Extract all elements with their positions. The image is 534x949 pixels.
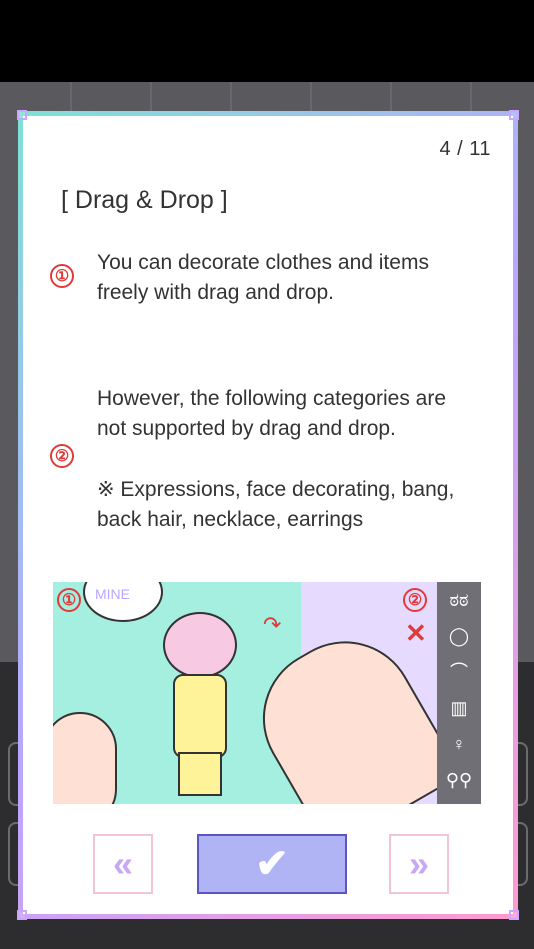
not-supported-x-icon: ✕ bbox=[405, 618, 427, 648]
expression-icon: ಠಠ bbox=[449, 590, 469, 610]
step-2-text: However, the following categories are no… bbox=[97, 387, 455, 531]
confirm-button[interactable]: ✔ bbox=[197, 834, 347, 894]
next-page-button[interactable]: » bbox=[389, 834, 449, 894]
mine-bubble: MINE bbox=[83, 582, 163, 622]
tutorial-dialog: 4 / 11 [ Drag & Drop ] ① You can decorat… bbox=[17, 110, 519, 920]
step-badge-2: ② bbox=[50, 444, 74, 468]
step-1-text: You can decorate clothes and items freel… bbox=[97, 251, 429, 304]
illustration-badge-1: ① bbox=[57, 588, 81, 612]
category-sidebar: ಠಠ ◯ ⌒ ▥ ♀ ⚲⚲ bbox=[437, 582, 481, 804]
page-counter: 4 / 11 bbox=[439, 138, 491, 160]
face-icon: ◯ bbox=[448, 626, 470, 646]
prev-page-button[interactable]: « bbox=[93, 834, 153, 894]
dialog-title: [ Drag & Drop ] bbox=[61, 186, 228, 214]
necklace-icon: ♀ bbox=[452, 734, 466, 754]
illustration-badge-2: ② bbox=[403, 588, 427, 612]
bang-icon: ⌒ bbox=[450, 662, 468, 682]
status-bar bbox=[0, 0, 534, 82]
drag-arrow-icon: ↷ bbox=[263, 612, 282, 637]
drag-drop-illustration: MINE ↷ ① ② ✕ ಠಠ ◯ ⌒ ▥ ♀ ⚲⚲ bbox=[53, 582, 481, 804]
step-badge-1: ① bbox=[50, 264, 74, 288]
back-hair-icon: ▥ bbox=[450, 698, 468, 718]
earrings-icon: ⚲⚲ bbox=[445, 770, 473, 790]
